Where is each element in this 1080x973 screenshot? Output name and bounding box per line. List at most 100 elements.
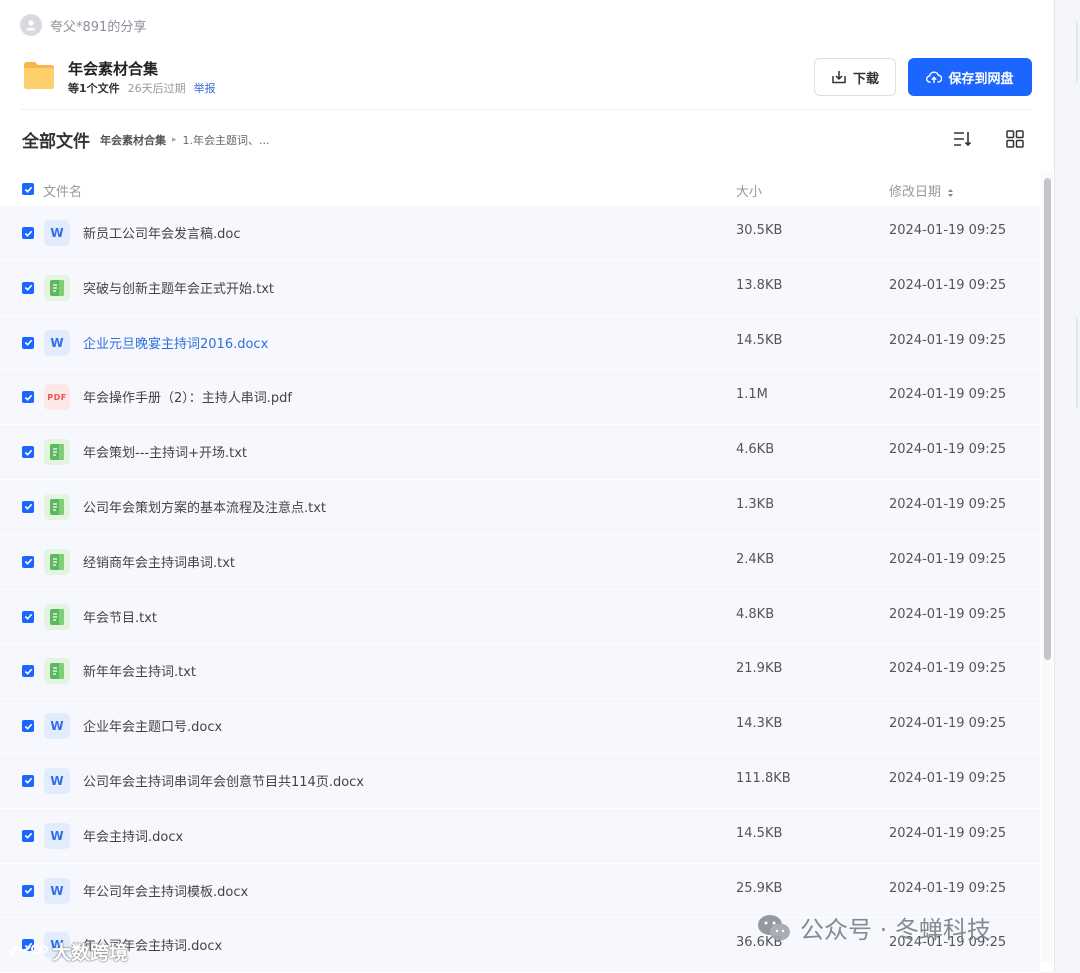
row-checkbox[interactable] bbox=[22, 281, 34, 294]
row-checkbox[interactable] bbox=[22, 391, 34, 404]
row-checkbox[interactable] bbox=[22, 227, 34, 239]
breadcrumb-item-current: 1.年会主题词、... bbox=[182, 133, 270, 147]
file-size: 13.8KB bbox=[736, 277, 783, 293]
file-name[interactable]: 年公司年会主持词模板.docx bbox=[83, 881, 248, 900]
word-letter: W bbox=[50, 226, 64, 240]
word-file-icon: W bbox=[44, 220, 70, 246]
word-file-icon: W bbox=[44, 767, 70, 794]
file-size: 1.1M bbox=[736, 387, 768, 403]
table-row[interactable]: 年会节目.txt 4.8KB 2024-01-19 09:25 bbox=[0, 589, 1040, 645]
row-checkbox[interactable] bbox=[22, 665, 34, 678]
download-icon bbox=[832, 71, 846, 84]
watermark-wechat: 公众号 · 冬蝉科技 bbox=[756, 910, 991, 945]
share-title: 年会素材合集 bbox=[68, 60, 159, 78]
table-row[interactable]: 年会策划---主持词+开场.txt 4.6KB 2024-01-19 09:25 bbox=[0, 425, 1040, 480]
column-date[interactable]: 修改日期 bbox=[889, 181, 954, 200]
row-checkbox[interactable] bbox=[22, 774, 34, 787]
column-size[interactable]: 大小 bbox=[736, 181, 762, 200]
word-letter: W bbox=[50, 883, 64, 898]
file-date: 2024-01-19 09:25 bbox=[889, 223, 1007, 238]
file-name[interactable]: 经销商年会主持词串词.txt bbox=[83, 552, 235, 571]
grid-view-icon[interactable] bbox=[1006, 130, 1024, 148]
table-row[interactable]: PDF 年会操作手册（2）：主持人串词.pdf 1.1M 2024-01-19 09:… bbox=[0, 370, 1040, 426]
row-checkbox[interactable] bbox=[22, 500, 34, 513]
report-link[interactable]: 举报 bbox=[194, 80, 216, 96]
word-letter: W bbox=[50, 719, 64, 734]
file-name[interactable]: 公司年会策划方案的基本流程及注意点.txt bbox=[83, 497, 326, 516]
sort-toggle-icon bbox=[948, 188, 954, 197]
file-size: 25.9KB bbox=[736, 880, 783, 896]
file-name[interactable]: 企业元旦晚宴主持词2016.docx bbox=[83, 333, 268, 352]
file-size: 21.9KB bbox=[736, 661, 783, 677]
file-name[interactable]: 企业年会主题口号.docx bbox=[83, 716, 222, 735]
download-button[interactable]: 下载 bbox=[814, 58, 896, 96]
file-size: 14.3KB bbox=[736, 716, 783, 732]
table-row[interactable]: W 企业年会主题口号.docx 14.3KB 2024-01-19 09:25 bbox=[0, 699, 1040, 754]
check-icon bbox=[24, 186, 32, 193]
table-row[interactable]: W 公司年会主持词串词年会创意节目共114页.docx 111.8KB 2024-01… bbox=[0, 753, 1040, 809]
pdf-label: PDF bbox=[47, 392, 67, 402]
file-date: 2024-01-19 09:25 bbox=[889, 277, 1007, 293]
sidebar-marker bbox=[1076, 22, 1078, 82]
breadcrumb-root[interactable]: 全部文件 bbox=[22, 127, 90, 152]
share-panel: 夸父*891的分享 年会素材合集 等1个文件 26天后过期 举报 下载 保存到网… bbox=[0, 0, 1055, 973]
file-name[interactable]: 新员工公司年会发言稿.doc bbox=[83, 223, 241, 242]
table-row[interactable]: 经销商年会主持词串词.txt 2.4KB 2024-01-19 09:25 bbox=[0, 534, 1040, 590]
select-all-checkbox[interactable] bbox=[22, 183, 34, 195]
file-name[interactable]: 年会节目.txt bbox=[83, 607, 157, 626]
row-checkbox[interactable] bbox=[22, 555, 34, 568]
column-name[interactable]: 文件名 bbox=[43, 181, 82, 200]
row-checkbox[interactable] bbox=[22, 829, 34, 842]
file-name[interactable]: 年会策划---主持词+开场.txt bbox=[83, 442, 247, 461]
scrollbar-thumb[interactable] bbox=[1044, 178, 1051, 660]
row-checkbox[interactable] bbox=[22, 884, 34, 897]
column-date-label: 修改日期 bbox=[889, 185, 942, 200]
download-label: 下载 bbox=[852, 71, 879, 87]
check-icon bbox=[24, 832, 32, 840]
breadcrumb-item[interactable]: 年会素材合集 bbox=[100, 132, 166, 148]
file-list: W 新员工公司年会发言稿.doc 30.5KB 2024-01-19 09:25 突破与… bbox=[0, 206, 1040, 973]
breadcrumb-separator-icon: ▸ bbox=[172, 134, 177, 145]
table-row[interactable]: 新年年会主持词.txt 21.9KB 2024-01-19 09:25 bbox=[0, 644, 1040, 700]
file-date: 2024-01-19 09:25 bbox=[889, 770, 1007, 786]
row-checkbox[interactable] bbox=[22, 446, 34, 459]
wechat-icon bbox=[758, 914, 790, 940]
table-row[interactable]: W 企业元旦晚宴主持词2016.docx 14.5KB 2024-01-19 09:2… bbox=[0, 315, 1040, 371]
right-sidebar-strip bbox=[1055, 0, 1080, 972]
txt-file-icon bbox=[44, 548, 70, 575]
watermark-brand: 大数跨境 bbox=[8, 938, 128, 965]
row-checkbox[interactable] bbox=[22, 610, 34, 623]
file-name[interactable]: 公司年会主持词串词年会创意节目共114页.docx bbox=[83, 771, 364, 790]
file-name[interactable]: 新年年会主持词.txt bbox=[83, 661, 196, 680]
sharer-name: 夸父*891的分享 bbox=[50, 19, 147, 35]
table-row[interactable]: W 年会主持词.docx 14.5KB 2024-01-19 09:25 bbox=[0, 808, 1040, 864]
header-divider bbox=[20, 109, 1032, 110]
file-size: 111.8KB bbox=[736, 770, 791, 786]
save-to-disk-button[interactable]: 保存到网盘 bbox=[908, 58, 1032, 96]
check-icon bbox=[24, 394, 32, 401]
txt-glyph bbox=[50, 498, 64, 515]
file-date: 2024-01-19 09:25 bbox=[889, 387, 1007, 403]
file-name[interactable]: 突破与创新主题年会正式开始.txt bbox=[83, 278, 274, 297]
check-icon bbox=[24, 668, 32, 675]
check-icon bbox=[24, 285, 32, 292]
file-date: 2024-01-19 09:25 bbox=[889, 332, 1007, 348]
row-checkbox[interactable] bbox=[22, 720, 34, 733]
table-row[interactable]: 突破与创新主题年会正式开始.txt 13.8KB 2024-01-19 09:25 bbox=[0, 260, 1040, 316]
check-icon bbox=[24, 230, 32, 237]
table-row[interactable]: 公司年会策划方案的基本流程及注意点.txt 1.3KB 2024-01-19 09:… bbox=[0, 479, 1040, 535]
file-count: 等1个文件 bbox=[68, 82, 120, 95]
row-checkbox[interactable] bbox=[22, 336, 34, 349]
check-icon bbox=[24, 504, 32, 511]
check-icon bbox=[24, 778, 32, 785]
table-row[interactable]: W 新员工公司年会发言稿.doc 30.5KB 2024-01-19 09:25 bbox=[0, 206, 1040, 261]
watermark-right-text: 公众号 · 冬蝉科技 bbox=[800, 916, 991, 944]
share-meta: 等1个文件 26天后过期 举报 bbox=[68, 80, 216, 96]
sort-icon[interactable] bbox=[952, 129, 972, 149]
txt-file-icon bbox=[44, 274, 70, 301]
file-name[interactable]: 年会操作手册（2）：主持人串词.pdf bbox=[83, 387, 292, 406]
word-file-icon: W bbox=[44, 822, 70, 849]
word-letter: W bbox=[50, 335, 64, 350]
file-name[interactable]: 年会主持词.docx bbox=[83, 826, 183, 845]
txt-file-icon bbox=[44, 439, 70, 466]
